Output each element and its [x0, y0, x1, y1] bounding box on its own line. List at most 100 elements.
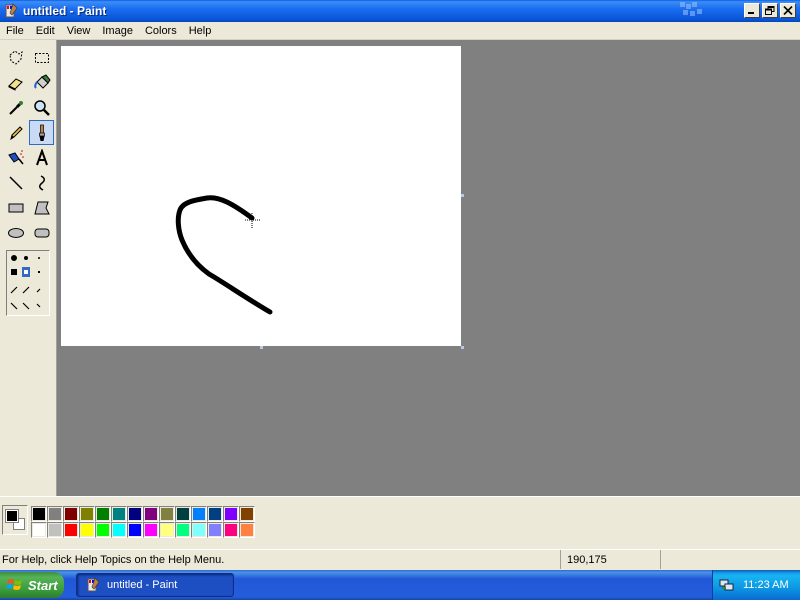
restore-icon: [765, 6, 775, 15]
palette-swatch[interactable]: [239, 506, 255, 522]
palette-swatch[interactable]: [127, 522, 143, 538]
close-button[interactable]: [780, 3, 796, 18]
resize-handle-bottom[interactable]: [260, 346, 263, 349]
pencil-tool[interactable]: [3, 120, 28, 145]
swatch-color: [113, 524, 125, 536]
fill-tool[interactable]: [29, 70, 54, 95]
resize-handle-right[interactable]: [461, 194, 464, 197]
menu-view[interactable]: View: [61, 22, 97, 40]
eraser-icon: [7, 77, 23, 91]
palette-swatch[interactable]: [223, 506, 239, 522]
text-tool[interactable]: [29, 145, 54, 170]
palette-swatch[interactable]: [47, 506, 63, 522]
palette-swatch[interactable]: [95, 522, 111, 538]
palette-swatch[interactable]: [175, 522, 191, 538]
palette-swatch[interactable]: [31, 522, 47, 538]
resize-handle-corner[interactable]: [461, 346, 464, 349]
menu-file[interactable]: File: [0, 22, 30, 40]
swatch-color: [241, 508, 253, 520]
rounded-rect-icon: [34, 228, 49, 237]
swatch-color: [225, 508, 237, 520]
swatch-color: [177, 508, 189, 520]
ellipse-icon: [7, 227, 24, 238]
swatch-color: [225, 524, 237, 536]
polygon-tool[interactable]: [29, 195, 54, 220]
line-icon: [8, 175, 23, 190]
curve-tool[interactable]: [29, 170, 54, 195]
line-tool[interactable]: [3, 170, 28, 195]
swatch-color: [161, 524, 173, 536]
palette-swatches: [31, 506, 255, 538]
magnifier-tool[interactable]: [29, 95, 54, 120]
airbrush-icon: [7, 149, 24, 164]
eraser-tool[interactable]: [3, 70, 28, 95]
palette-swatch[interactable]: [47, 522, 63, 538]
palette-swatch[interactable]: [63, 506, 79, 522]
palette-swatch[interactable]: [207, 522, 223, 538]
palette-swatch[interactable]: [31, 506, 47, 522]
swatch-color: [97, 508, 109, 520]
close-icon: [783, 6, 793, 15]
swatch-color: [145, 508, 157, 520]
rounded-rect-tool[interactable]: [29, 220, 54, 245]
color-picker-tool[interactable]: [3, 95, 28, 120]
ellipse-tool[interactable]: [3, 220, 28, 245]
palette-swatch[interactable]: [79, 506, 95, 522]
title-bar[interactable]: untitled - Paint: [0, 0, 800, 22]
rectangle-tool[interactable]: [3, 195, 28, 220]
taskbar-paint-button[interactable]: untitled - Paint: [76, 573, 234, 597]
status-coordinates: 190,175: [560, 550, 660, 569]
status-help-text: For Help, click Help Topics on the Help …: [2, 554, 225, 566]
color-palette: [0, 496, 800, 544]
swatch-color: [49, 508, 61, 520]
network-icon[interactable]: [719, 577, 735, 593]
menu-image[interactable]: Image: [96, 22, 139, 40]
menu-help[interactable]: Help: [183, 22, 218, 40]
swatch-color: [129, 524, 141, 536]
palette-swatch[interactable]: [63, 522, 79, 538]
brush-icon: [38, 124, 45, 141]
minimize-icon: [748, 12, 754, 14]
palette-swatch[interactable]: [95, 506, 111, 522]
menu-colors[interactable]: Colors: [139, 22, 183, 40]
palette-swatch[interactable]: [175, 506, 191, 522]
start-label: Start: [28, 577, 58, 593]
palette-swatch[interactable]: [143, 506, 159, 522]
brush-options[interactable]: [6, 250, 50, 316]
minimize-button[interactable]: [744, 3, 760, 18]
palette-swatch[interactable]: [143, 522, 159, 538]
palette-swatch[interactable]: [159, 522, 175, 538]
restore-button[interactable]: [762, 3, 778, 18]
palette-swatch[interactable]: [191, 506, 207, 522]
menu-bar: File Edit View Image Colors Help: [0, 22, 800, 40]
swatch-color: [145, 524, 157, 536]
palette-swatch[interactable]: [111, 506, 127, 522]
taskbar: Start untitled - Paint 11:23 AM: [0, 570, 800, 600]
palette-swatch[interactable]: [111, 522, 127, 538]
rect-select-tool[interactable]: [29, 45, 54, 70]
palette-swatch[interactable]: [191, 522, 207, 538]
window-title: untitled - Paint: [23, 4, 107, 18]
menu-edit[interactable]: Edit: [30, 22, 61, 40]
palette-swatch[interactable]: [207, 506, 223, 522]
airbrush-tool[interactable]: [3, 145, 28, 170]
palette-swatch[interactable]: [127, 506, 143, 522]
start-button[interactable]: Start: [0, 572, 64, 598]
swatch-color: [193, 524, 205, 536]
brush-shape-options: [10, 255, 41, 310]
palette-swatch[interactable]: [159, 506, 175, 522]
palette-swatch[interactable]: [223, 522, 239, 538]
brush-tool[interactable]: [29, 120, 54, 145]
current-colors[interactable]: [2, 505, 28, 535]
palette-swatch[interactable]: [79, 522, 95, 538]
swatch-color: [113, 508, 125, 520]
foreground-color-swatch: [5, 509, 19, 523]
rect-select-icon: [34, 52, 49, 63]
free-select-tool[interactable]: [3, 45, 28, 70]
swatch-color: [81, 508, 93, 520]
magnifier-icon: [33, 99, 50, 116]
windows-logo-icon: [6, 579, 22, 590]
palette-swatch[interactable]: [239, 522, 255, 538]
drawing-canvas[interactable]: [61, 46, 461, 346]
system-tray: 11:23 AM: [712, 570, 800, 600]
